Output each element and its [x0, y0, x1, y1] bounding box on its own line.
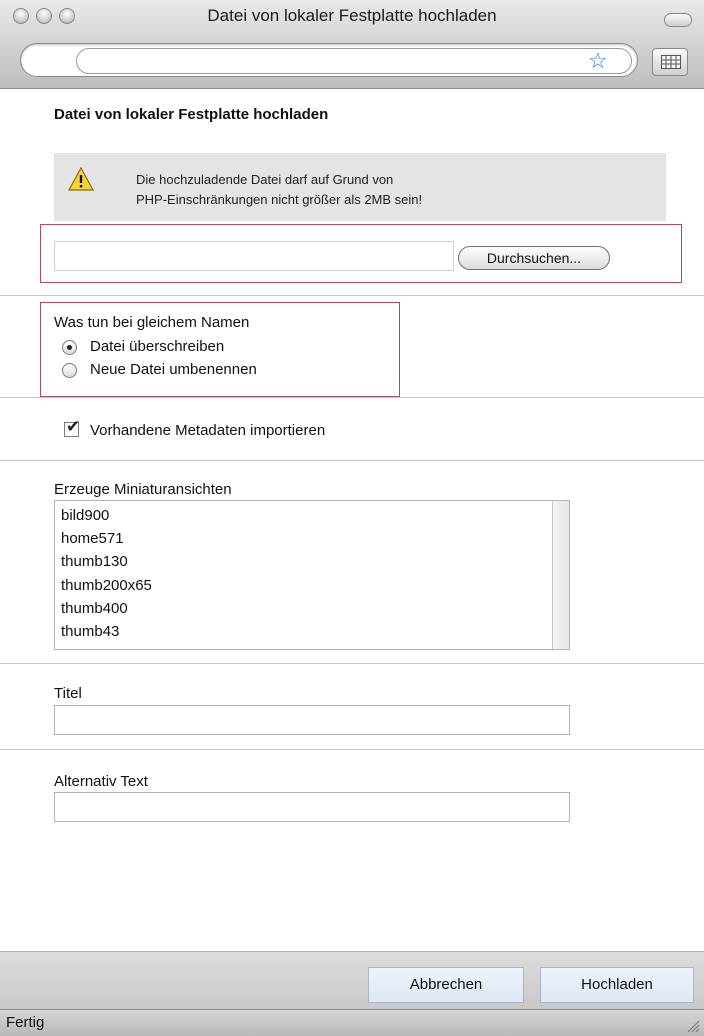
status-bar: Fertig: [0, 1009, 704, 1036]
metadata-checkbox[interactable]: ✔: [64, 417, 80, 437]
resize-grip-icon[interactable]: [686, 1019, 700, 1033]
status-text: Fertig: [6, 1014, 45, 1031]
divider: [0, 460, 704, 461]
list-item[interactable]: thumb200x65: [61, 574, 152, 597]
alt-text-input[interactable]: [54, 792, 570, 822]
warning-line-1: Die hochzuladende Datei darf auf Grund v…: [136, 172, 394, 187]
cancel-button[interactable]: Abbrechen: [368, 967, 524, 1003]
duplicate-label: Was tun bei gleichem Namen: [54, 314, 250, 331]
list-item[interactable]: thumb400: [61, 597, 152, 620]
grid-view-button[interactable]: [652, 48, 688, 76]
list-item[interactable]: thumb130: [61, 550, 152, 573]
checkmark-icon: ✔: [66, 417, 81, 436]
overwrite-radio[interactable]: [62, 340, 77, 355]
divider: [0, 295, 704, 296]
divider: [0, 663, 704, 664]
list-item[interactable]: bild900: [61, 504, 152, 527]
warning-line-2: PHP-Einschränkungen nicht größer als 2MB…: [136, 192, 423, 207]
title-input[interactable]: [54, 705, 570, 735]
star-icon[interactable]: ☆: [588, 49, 608, 73]
window-titlebar: Datei von lokaler Festplatte hochladen ☆: [0, 0, 704, 89]
file-path-input[interactable]: [54, 241, 454, 271]
thumbnails-listbox[interactable]: bild900 home571 thumb130 thumb200x65 thu…: [54, 500, 570, 650]
alt-text-label: Alternativ Text: [54, 773, 148, 790]
page-heading: Datei von lokaler Festplatte hochladen: [54, 106, 329, 123]
overwrite-label: Datei überschreiben: [90, 338, 225, 355]
url-input[interactable]: [76, 48, 632, 74]
warning-icon: [68, 167, 94, 191]
warning-box: Die hochzuladende Datei darf auf Grund v…: [54, 153, 666, 221]
toolbar-toggle-button[interactable]: [664, 13, 692, 27]
rename-radio[interactable]: [62, 363, 77, 378]
divider: [0, 749, 704, 750]
window-title: Datei von lokaler Festplatte hochladen: [207, 6, 497, 25]
metadata-label: Vorhandene Metadaten importieren: [90, 422, 326, 439]
listbox-scrollbar[interactable]: [552, 501, 569, 649]
rename-label: Neue Datei umbenennen: [90, 361, 257, 378]
thumbnails-label: Erzeuge Miniaturansichten: [54, 481, 232, 498]
divider: [0, 397, 704, 398]
list-item[interactable]: thumb43: [61, 620, 152, 643]
grid-icon: [661, 55, 681, 69]
list-item[interactable]: home571: [61, 527, 152, 550]
title-label: Titel: [54, 685, 82, 702]
upload-button[interactable]: Hochladen: [540, 967, 694, 1003]
browse-button[interactable]: Durchsuchen...: [458, 246, 610, 270]
